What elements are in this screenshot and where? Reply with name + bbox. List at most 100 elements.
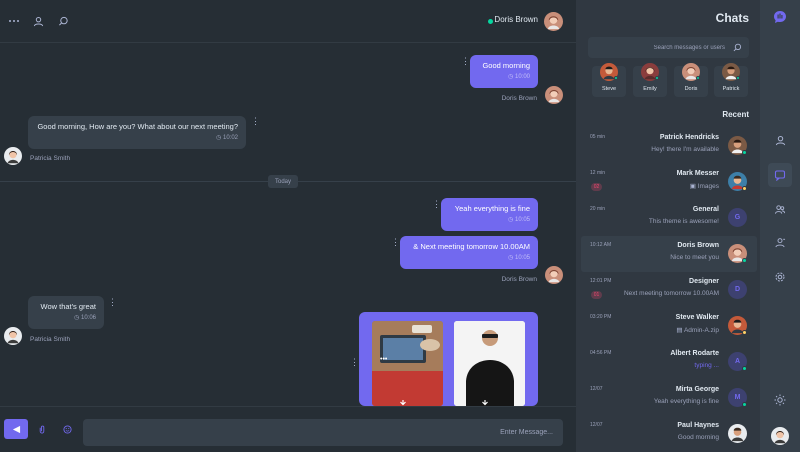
- chat-name: Mirta George: [675, 386, 719, 393]
- chat-name: Albert Rodarte: [670, 350, 719, 357]
- message-options-icon[interactable]: ⋮: [251, 117, 260, 126]
- chat-time: 20 min: [590, 206, 606, 212]
- send-button[interactable]: [4, 419, 28, 439]
- unread-badge: 01: [591, 291, 602, 299]
- message-options-icon[interactable]: ⋮: [432, 200, 441, 209]
- chat-time: 12 min: [590, 170, 606, 176]
- theme-toggle-button[interactable]: [768, 388, 792, 412]
- chat-avatar: G: [728, 208, 747, 227]
- message-options-icon[interactable]: ⋮: [391, 238, 400, 247]
- theme-toggle-icon: [774, 394, 786, 406]
- message-time: ◷ 10:05: [508, 216, 530, 223]
- message-options-icon[interactable]: ⋮: [350, 358, 359, 367]
- chat-last-message: Good morning: [677, 434, 719, 441]
- message-text: Wow that's great: [40, 302, 97, 311]
- chat-name: General: [692, 206, 719, 213]
- chat-list-item[interactable]: Steve Walker ▤ Admin-A.zip 03:20 PM: [581, 308, 757, 344]
- sender-name: Doris Brown: [501, 95, 537, 102]
- search-icon[interactable]: [733, 43, 742, 52]
- chat-list-item[interactable]: Paul Haynes Good morning 12/07: [581, 416, 757, 452]
- logo-icon[interactable]: [773, 10, 787, 24]
- online-status-dot: [742, 150, 747, 155]
- chat-list-item-active[interactable]: Doris Brown Nice to meet you 10:12 AM: [581, 236, 757, 272]
- svg-text:•••: •••: [380, 356, 388, 363]
- online-user-name: Doris: [684, 86, 698, 92]
- nav-rail: [760, 0, 800, 452]
- message-text: Good morning, How are you? What about ou…: [37, 122, 238, 131]
- contact-avatar[interactable]: [544, 12, 563, 31]
- chat-last-message: Yeah everything is fine: [653, 398, 719, 405]
- sender-name: Patricia Smith: [30, 336, 71, 343]
- chat-time: 10:12 AM: [590, 242, 612, 248]
- groups-button[interactable]: [768, 197, 792, 221]
- chat-list-item[interactable]: Patrick Hendricks Hey! there I'm availab…: [581, 128, 757, 164]
- conversation-pane: Doris Brown Good morning ◷ 10:00 ⋮ Doris…: [0, 0, 576, 452]
- sender-avatar: [4, 147, 22, 165]
- online-status-dot: [742, 402, 747, 407]
- chat-last-message: ▣ Images: [689, 183, 719, 190]
- sender-name: Doris Brown: [501, 276, 537, 283]
- chat-list-item[interactable]: A Albert Rodarte typing ... 04:56 PM: [581, 344, 757, 380]
- chat-list-item[interactable]: Mark Messer ▣ Images 12 min 02: [581, 164, 757, 200]
- online-status-dot: [742, 258, 747, 263]
- emoji-icon[interactable]: [62, 424, 72, 434]
- chat-last-message: Hey! there I'm available: [651, 146, 719, 153]
- contacts-button[interactable]: [768, 230, 792, 254]
- message-time: ◷ 10:02: [216, 134, 238, 141]
- search-icon[interactable]: [55, 13, 71, 29]
- message-text: & Next meeting tomorrow 10.00AM: [413, 242, 530, 251]
- online-status-dot: [736, 76, 740, 80]
- search-box: [588, 37, 749, 58]
- message-options-icon[interactable]: ⋮: [461, 57, 470, 66]
- away-status-dot: [742, 186, 747, 191]
- online-user-name: Emily: [643, 86, 657, 92]
- online-user-card[interactable]: Emily: [633, 63, 667, 97]
- send-icon: [12, 425, 20, 433]
- contact-name[interactable]: Doris Brown: [494, 15, 538, 24]
- chat-time: 12/07: [590, 386, 603, 392]
- search-input[interactable]: [588, 37, 728, 58]
- chat-last-message: Nice to meet you: [670, 254, 719, 261]
- chat-list-item[interactable]: D Designer Next meeting tomorrow 10.00AM…: [581, 272, 757, 308]
- profile-button[interactable]: [768, 128, 792, 152]
- online-user-card[interactable]: Doris: [674, 63, 708, 97]
- image-attachment-thumbnail[interactable]: [454, 321, 525, 406]
- message-input[interactable]: [83, 419, 563, 446]
- more-icon[interactable]: [6, 13, 22, 29]
- chat-last-message: ▤ Admin-A.zip: [676, 327, 719, 334]
- day-divider-label: Today: [268, 175, 298, 188]
- groups-icon: [774, 204, 786, 214]
- chat-name: Patrick Hendricks: [659, 134, 719, 141]
- chat-list-item[interactable]: G General This theme is awesome! 20 min: [581, 200, 757, 236]
- message-text: Yeah everything is fine: [454, 204, 530, 213]
- chat-time: 12/07: [590, 422, 603, 428]
- message-options-icon[interactable]: ⋮: [108, 298, 117, 307]
- chat-name: Paul Haynes: [677, 422, 719, 429]
- conversation-header: Doris Brown: [0, 0, 576, 43]
- unread-badge: 02: [591, 183, 602, 191]
- sender-avatar: [545, 86, 563, 104]
- image-icon: ▣: [689, 183, 696, 190]
- attachment-icon[interactable]: [37, 424, 47, 434]
- chat-last-message: This theme is awesome!: [648, 218, 719, 225]
- online-user-card[interactable]: Steve: [592, 63, 626, 97]
- chat-avatar: D: [728, 280, 747, 299]
- chats-icon: [774, 170, 786, 181]
- user-icon[interactable]: [30, 13, 46, 29]
- message-composer: [0, 406, 576, 452]
- chat-list-panel: Chats Patrick Doris Emily Steve Recent P…: [576, 0, 760, 452]
- online-status-dot: [655, 76, 659, 80]
- chats-button[interactable]: [768, 163, 792, 187]
- settings-button[interactable]: [768, 265, 792, 289]
- online-status-dot: [614, 76, 618, 80]
- image-attachment-thumbnail[interactable]: •••: [372, 321, 443, 406]
- message-time: ◷ 10:05: [508, 254, 530, 261]
- online-status-dot: [488, 19, 493, 24]
- online-user-card[interactable]: Patrick: [714, 63, 748, 97]
- chat-avatar: [728, 424, 747, 443]
- chat-list-item[interactable]: M Mirta George Yeah everything is fine 1…: [581, 380, 757, 416]
- chat-time: 04:56 PM: [590, 350, 612, 356]
- online-user-name: Steve: [601, 86, 617, 92]
- chat-typing-indicator: typing ...: [694, 362, 719, 369]
- user-avatar[interactable]: [771, 427, 789, 445]
